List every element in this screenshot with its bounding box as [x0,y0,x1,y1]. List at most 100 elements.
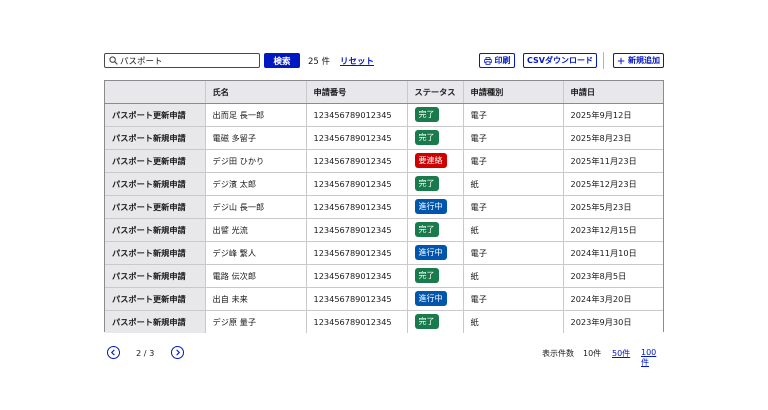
cell-number: 123456789012345 [305,218,407,242]
cell-method: 紙 [462,310,563,333]
result-count: 25 件 [308,57,331,67]
status-badge: 進行中 [414,291,447,306]
column-header-method[interactable]: 申請種別 [462,81,563,104]
reset-link[interactable]: リセット [340,55,374,67]
cell-status: 進行中 [406,287,463,311]
cell-date: 2024年11月10日 [562,241,663,265]
page-indicator: 2 / 3 [136,348,155,358]
cell-status: 完了 [406,218,463,242]
cell-date: 2025年9月12日 [562,103,663,127]
next-page-button[interactable] [171,346,184,359]
cell-method: 電子 [462,195,563,219]
cell-name: デジ田 ひかり [204,149,306,173]
cell-number: 123456789012345 [305,103,407,127]
cell-date: 2025年11月23日 [562,149,663,173]
cell-status: 完了 [406,264,463,288]
status-badge: 完了 [414,130,439,145]
cell-method: 電子 [462,149,563,173]
previous-page-button[interactable] [107,346,120,359]
print-label: 印刷 [494,56,511,65]
per-page-100-link[interactable]: 100件 [641,348,664,368]
chevron-left-icon [110,349,115,356]
per-page-10: 10件 [583,349,602,358]
cell-type: パスポート更新申請 [105,195,205,219]
cell-type: パスポート更新申請 [105,149,205,173]
toolbar: 検索 25 件 リセット 印刷 CSVダウンロード 新規追加 [104,52,664,69]
cell-date: 2023年9月30日 [562,310,663,333]
table-header-row: 氏名 申請番号 ステータス 申請種別 申請日 [105,81,663,104]
status-badge: 完了 [414,107,439,122]
cell-date: 2024年3月20日 [562,287,663,311]
cell-method: 電子 [462,287,563,311]
cell-type: パスポート更新申請 [105,103,205,127]
csv-download-button[interactable]: CSVダウンロード [523,53,597,68]
plus-icon [617,57,625,64]
cell-number: 123456789012345 [305,241,407,265]
cell-name: 電磁 多留子 [204,126,306,150]
cell-number: 123456789012345 [305,172,407,196]
cell-status: 完了 [406,310,463,333]
cell-status: 完了 [406,126,463,150]
table-row[interactable]: パスポート更新申請 デジ山 長一郎 123456789012345 進行中 電子 2025… [105,195,663,219]
print-button[interactable]: 印刷 [479,53,515,68]
cell-status: 要連絡 [406,149,463,173]
cell-number: 123456789012345 [305,149,407,173]
column-header-number[interactable]: 申請番号 [305,81,407,104]
cell-name: デジ濱 太郎 [204,172,306,196]
column-header-date[interactable]: 申請日 [562,81,663,104]
cell-status: 進行中 [406,241,463,265]
add-new-button[interactable]: 新規追加 [613,53,664,68]
cell-status: 完了 [406,103,463,127]
status-badge: 進行中 [414,199,447,214]
cell-method: 紙 [462,172,563,196]
table-row[interactable]: パスポート更新申請 デジ田 ひかり 123456789012345 要連絡 電子 2025… [105,149,663,173]
csv-download-label: CSVダウンロード [527,56,593,65]
cell-status: 完了 [406,172,463,196]
cell-status: 進行中 [406,195,463,219]
cell-method: 紙 [462,264,563,288]
cell-number: 123456789012345 [305,126,407,150]
search-field[interactable] [104,53,260,68]
cell-type: パスポート新規申請 [105,264,205,288]
table-row[interactable]: パスポート新規申請 デジ峰 繋人 123456789012345 進行中 電子 2024年… [105,241,663,265]
cell-name: 電路 伝次郎 [204,264,306,288]
cell-type: パスポート新規申請 [105,126,205,150]
column-header-type [105,81,205,104]
table-row[interactable]: パスポート新規申請 電磁 多留子 123456789012345 完了 電子 2025年8… [105,126,663,150]
cell-date: 2023年12月15日 [562,218,663,242]
table-row[interactable]: パスポート更新申請 出而足 長一郎 123456789012345 完了 電子 2025年… [105,103,663,127]
status-badge: 完了 [414,268,439,283]
cell-type: パスポート新規申請 [105,241,205,265]
add-new-label: 新規追加 [628,56,660,65]
column-header-name[interactable]: 氏名 [204,81,306,104]
cell-name: デジ原 量子 [204,310,306,333]
cell-type: パスポート更新申請 [105,287,205,311]
search-input[interactable] [118,54,256,67]
table-row[interactable]: パスポート新規申請 電路 伝次郎 123456789012345 完了 紙 2023年8月… [105,264,663,288]
per-page-label: 表示件数 [542,349,574,358]
cell-name: 出而足 長一郎 [204,103,306,127]
cell-method: 電子 [462,126,563,150]
cell-name: デジ峰 繋人 [204,241,306,265]
applications-table: 氏名 申請番号 ステータス 申請種別 申請日 パスポート更新申請 出而足 長一郎 1… [104,80,664,333]
cell-name: デジ山 長一郎 [204,195,306,219]
search-button[interactable]: 検索 [264,53,300,68]
cell-number: 123456789012345 [305,264,407,288]
table-row[interactable]: パスポート更新申請 出自 未来 123456789012345 進行中 電子 2024年3… [105,287,663,311]
column-header-status[interactable]: ステータス [406,81,463,104]
status-badge: 進行中 [414,245,447,260]
status-badge: 完了 [414,222,439,237]
pagination: 2 / 3 表示件数 10件 50件 100件 [104,346,664,367]
per-page-50-link[interactable]: 50件 [612,348,630,359]
table-row[interactable]: パスポート新規申請 出譬 光流 123456789012345 完了 紙 2023年12月… [105,218,663,242]
table-row[interactable]: パスポート新規申請 デジ原 量子 123456789012345 完了 紙 2023年9月… [105,310,663,333]
status-badge: 完了 [414,176,439,191]
chevron-right-icon [176,349,181,356]
table-row[interactable]: パスポート新規申請 デジ濱 太郎 123456789012345 完了 紙 2025年12… [105,172,663,196]
cell-date: 2025年8月23日 [562,126,663,150]
status-badge: 要連絡 [414,153,447,168]
printer-icon [483,56,492,65]
cell-number: 123456789012345 [305,310,407,333]
cell-date: 2025年5月23日 [562,195,663,219]
cell-method: 電子 [462,103,563,127]
